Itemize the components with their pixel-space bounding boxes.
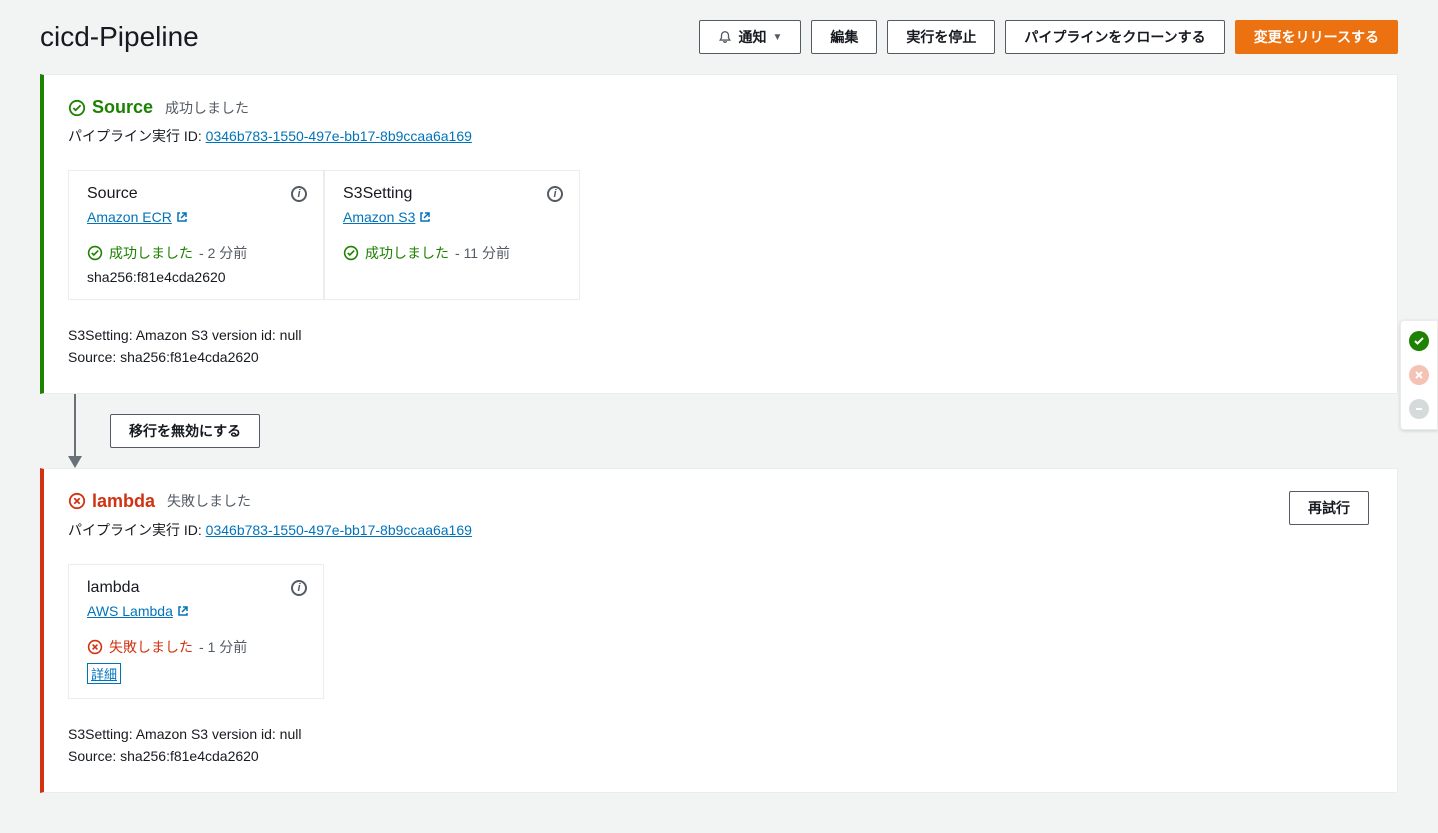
floating-status-panel[interactable] [1400,320,1438,430]
check-icon [1413,335,1425,347]
stage-source-name: Source [92,97,153,118]
release-button[interactable]: 変更をリリースする [1235,20,1398,54]
stage-lambda: lambda 失敗しました パイプライン実行 ID: 0346b783-1550… [40,468,1398,793]
check-circle-icon [68,99,86,117]
status-line: 失敗しました - 1 分前 [87,637,305,657]
exec-line: パイプライン実行 ID: 0346b783-1550-497e-bb17-8b9… [68,126,472,146]
external-link-icon [419,211,431,223]
exec-label: パイプライン実行 ID: [68,522,202,538]
status-pill-fail[interactable] [1409,365,1429,385]
stage-source-status: 成功しました [165,98,249,118]
status-label: 成功しました [109,243,193,263]
disable-transition-button[interactable]: 移行を無効にする [110,414,260,448]
provider-link[interactable]: AWS Lambda [87,603,189,619]
stage-lambda-status: 失敗しました [167,491,251,511]
exec-id-link[interactable]: 0346b783-1550-497e-bb17-8b9ccaa6a169 [206,522,472,538]
external-link-icon [176,211,188,223]
header-actions: 通知 ▼ 編集 実行を停止 パイプラインをクローンする 変更をリリースする [699,20,1398,54]
caret-down-icon: ▼ [772,32,782,43]
stage-source: Source 成功しました パイプライン実行 ID: 0346b783-1550… [40,74,1398,394]
x-circle-icon [68,492,86,510]
exec-line: パイプライン実行 ID: 0346b783-1550-497e-bb17-8b9… [68,520,472,540]
check-circle-icon [87,245,103,261]
page-title: cicd-Pipeline [40,21,199,53]
provider-label: Amazon ECR [87,209,172,225]
action-card-lambda: i lambda AWS Lambda 失敗しました - 1 分前 詳細 [68,564,324,699]
lambda-action-cards: i lambda AWS Lambda 失敗しました - 1 分前 詳細 [68,564,1369,699]
card-title: Source [87,185,305,203]
external-link-icon [177,605,189,617]
notify-label: 通知 [738,27,766,47]
status-time: - 2 分前 [199,243,247,263]
card-title: lambda [87,579,305,597]
info-icon[interactable]: i [291,186,307,202]
detail-link[interactable]: 詳細 [87,663,121,684]
status-time: - 1 分前 [199,637,247,657]
action-card-source: i Source Amazon ECR 成功しました - 2 分前 sha256… [68,170,324,300]
artifact-source: Source: sha256:f81e4cda2620 [68,346,1369,368]
stage-lambda-title: lambda [68,491,155,512]
status-pill-neutral[interactable] [1409,399,1429,419]
status-label: 成功しました [365,243,449,263]
check-circle-icon [343,245,359,261]
artifact-lines: S3Setting: Amazon S3 version id: null So… [68,324,1369,369]
artifact-s3: S3Setting: Amazon S3 version id: null [68,324,1369,346]
provider-link[interactable]: Amazon S3 [343,209,431,225]
arrow-icon [68,394,82,468]
info-icon[interactable]: i [547,186,563,202]
source-hash: sha256:f81e4cda2620 [87,269,305,285]
source-action-cards: i Source Amazon ECR 成功しました - 2 分前 sha256… [68,170,1369,300]
artifact-lines: S3Setting: Amazon S3 version id: null So… [68,723,1369,768]
stage-source-title: Source [68,97,153,118]
exec-id-link[interactable]: 0346b783-1550-497e-bb17-8b9ccaa6a169 [206,128,472,144]
status-line: 成功しました - 11 分前 [343,243,561,263]
card-title: S3Setting [343,185,561,203]
provider-label: AWS Lambda [87,603,173,619]
transition: 移行を無効にする [68,394,1398,468]
provider-link[interactable]: Amazon ECR [87,209,188,225]
minus-icon [1413,403,1425,415]
status-pill-success[interactable] [1409,331,1429,351]
x-icon [1413,369,1425,381]
status-time: - 11 分前 [455,243,510,263]
stage-lambda-name: lambda [92,491,155,512]
x-circle-icon [87,639,103,655]
artifact-s3: S3Setting: Amazon S3 version id: null [68,723,1369,745]
status-line: 成功しました - 2 分前 [87,243,305,263]
retry-button[interactable]: 再試行 [1289,491,1369,525]
stop-button[interactable]: 実行を停止 [887,20,995,54]
provider-label: Amazon S3 [343,209,415,225]
status-label: 失敗しました [109,637,193,657]
clone-button[interactable]: パイプラインをクローンする [1005,20,1224,54]
artifact-source: Source: sha256:f81e4cda2620 [68,745,1369,767]
info-icon[interactable]: i [291,580,307,596]
exec-label: パイプライン実行 ID: [68,128,202,144]
edit-button[interactable]: 編集 [811,20,877,54]
page-header: cicd-Pipeline 通知 ▼ 編集 実行を停止 パイプラインをクローンす… [40,20,1398,54]
notify-button[interactable]: 通知 ▼ [699,20,801,54]
bell-icon [718,30,732,44]
action-card-s3setting: i S3Setting Amazon S3 成功しました - 11 分前 [324,170,580,300]
